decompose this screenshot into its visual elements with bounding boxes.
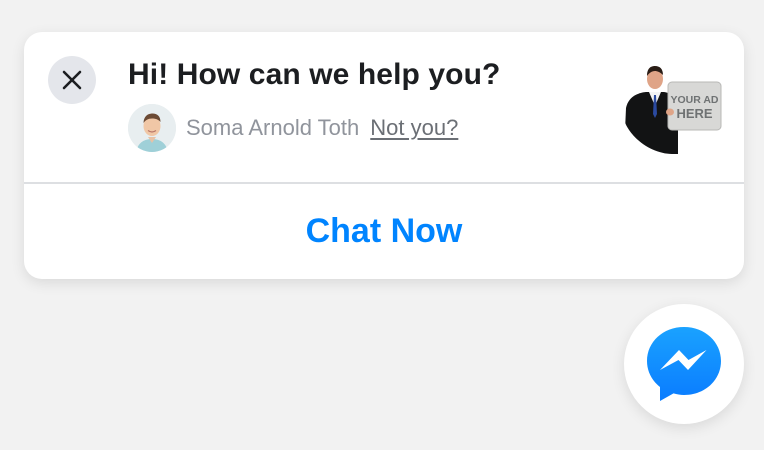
messenger-icon (647, 327, 721, 401)
chat-popup: Hi! How can we help you? Soma Arnold Tot… (24, 32, 744, 279)
ad-text-line1: YOUR AD (670, 94, 718, 106)
close-button[interactable] (48, 56, 96, 104)
ad-text-line2: HERE (676, 106, 712, 121)
user-row: Soma Arnold Toth Not you? (128, 104, 458, 152)
user-name: Soma Arnold Toth (186, 115, 360, 140)
messenger-button[interactable] (624, 304, 744, 424)
user-avatar (128, 104, 176, 152)
close-icon (62, 70, 82, 90)
chat-now-button[interactable]: Chat Now (24, 184, 744, 279)
ad-image: YOUR AD HERE (622, 62, 722, 154)
popup-title: Hi! How can we help you? (128, 58, 501, 91)
not-you-link[interactable]: Not you? (370, 115, 458, 141)
